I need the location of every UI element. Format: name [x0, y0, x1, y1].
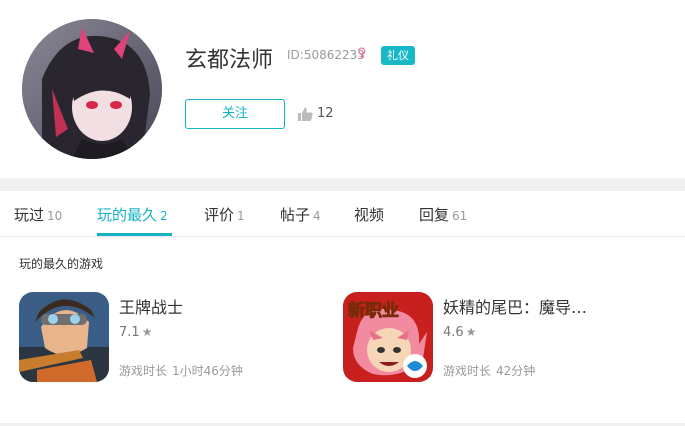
section-title: 玩的最久的游戏	[19, 257, 104, 271]
profile-card: 玄都法师 ID:50862233 ♀ 礼仪 关注 12	[0, 0, 685, 178]
tab-posts[interactable]: 帖子 4	[280, 204, 321, 225]
thumbs-up-icon[interactable]	[298, 106, 313, 125]
game-icon-caption: 新职业	[348, 300, 399, 321]
content-card: 玩过10 玩的最久2 评价1 帖子4 视频 回复61 玩的最久的游戏	[0, 191, 685, 423]
anime-girl-avatar-icon	[22, 19, 162, 159]
tab-label: 玩过	[14, 206, 45, 224]
tab-replies[interactable]: 回复 61	[419, 204, 467, 225]
game-name[interactable]: 王牌战士	[119, 294, 183, 318]
tab-label: 视频	[354, 206, 385, 224]
avatar[interactable]	[22, 19, 162, 159]
tab-label: 评价	[204, 206, 235, 224]
play-time-label: 游戏时长	[119, 364, 168, 378]
play-time-value: 42分钟	[496, 364, 536, 378]
rating-value: 4.6	[443, 325, 464, 340]
tab-count: 4	[313, 209, 321, 223]
tab-label: 回复	[419, 206, 450, 224]
game-rating: 4.6 ★	[443, 325, 476, 340]
rating-value: 7.1	[119, 325, 140, 340]
play-time: 游戏时长 1小时46分钟	[119, 362, 243, 379]
active-tab-indicator	[97, 233, 172, 236]
soldier-goggles-icon[interactable]	[19, 292, 109, 382]
game-name[interactable]: 妖精的尾巴：魔导…	[443, 294, 587, 318]
etiquette-badge: 礼仪	[381, 46, 415, 65]
play-time-value: 1小时46分钟	[172, 364, 243, 378]
username: 玄都法师	[185, 48, 274, 73]
user-id: ID:50862233	[287, 48, 365, 62]
play-time-label: 游戏时长	[443, 364, 492, 378]
tab-count: 10	[47, 209, 63, 223]
fairy-tail-natsu-icon[interactable]: 新职业	[343, 292, 433, 382]
tab-count: 61	[452, 209, 468, 223]
star-icon: ★	[465, 325, 477, 339]
tab-count: 1	[237, 209, 245, 223]
game-rating: 7.1 ★	[119, 325, 152, 340]
tab-reviews[interactable]: 评价 1	[204, 204, 245, 225]
tab-label: 帖子	[280, 206, 311, 224]
star-icon: ★	[141, 325, 153, 339]
like-count: 12	[317, 106, 334, 121]
tab-played[interactable]: 玩过 10	[14, 204, 62, 225]
tab-label: 玩的最久	[97, 206, 158, 224]
play-time: 游戏时长 42分钟	[443, 362, 535, 379]
tab-videos[interactable]: 视频	[354, 204, 384, 225]
tab-count: 2	[160, 209, 168, 223]
game-card[interactable]: 王牌战士 7.1 ★ 游戏时长 1小时46分钟	[19, 292, 339, 384]
tab-bar: 玩过 10 玩的最久 2 评价 1 帖子 4 视频 回复 61	[0, 191, 685, 237]
female-symbol-icon: ♀	[357, 46, 367, 61]
tab-longest-played[interactable]: 玩的最久 2	[97, 204, 168, 225]
follow-button[interactable]: 关注	[185, 99, 285, 129]
game-card[interactable]: 新职业 妖精的尾巴：魔导… 4.6 ★ 游戏时长 42分钟	[343, 292, 663, 384]
